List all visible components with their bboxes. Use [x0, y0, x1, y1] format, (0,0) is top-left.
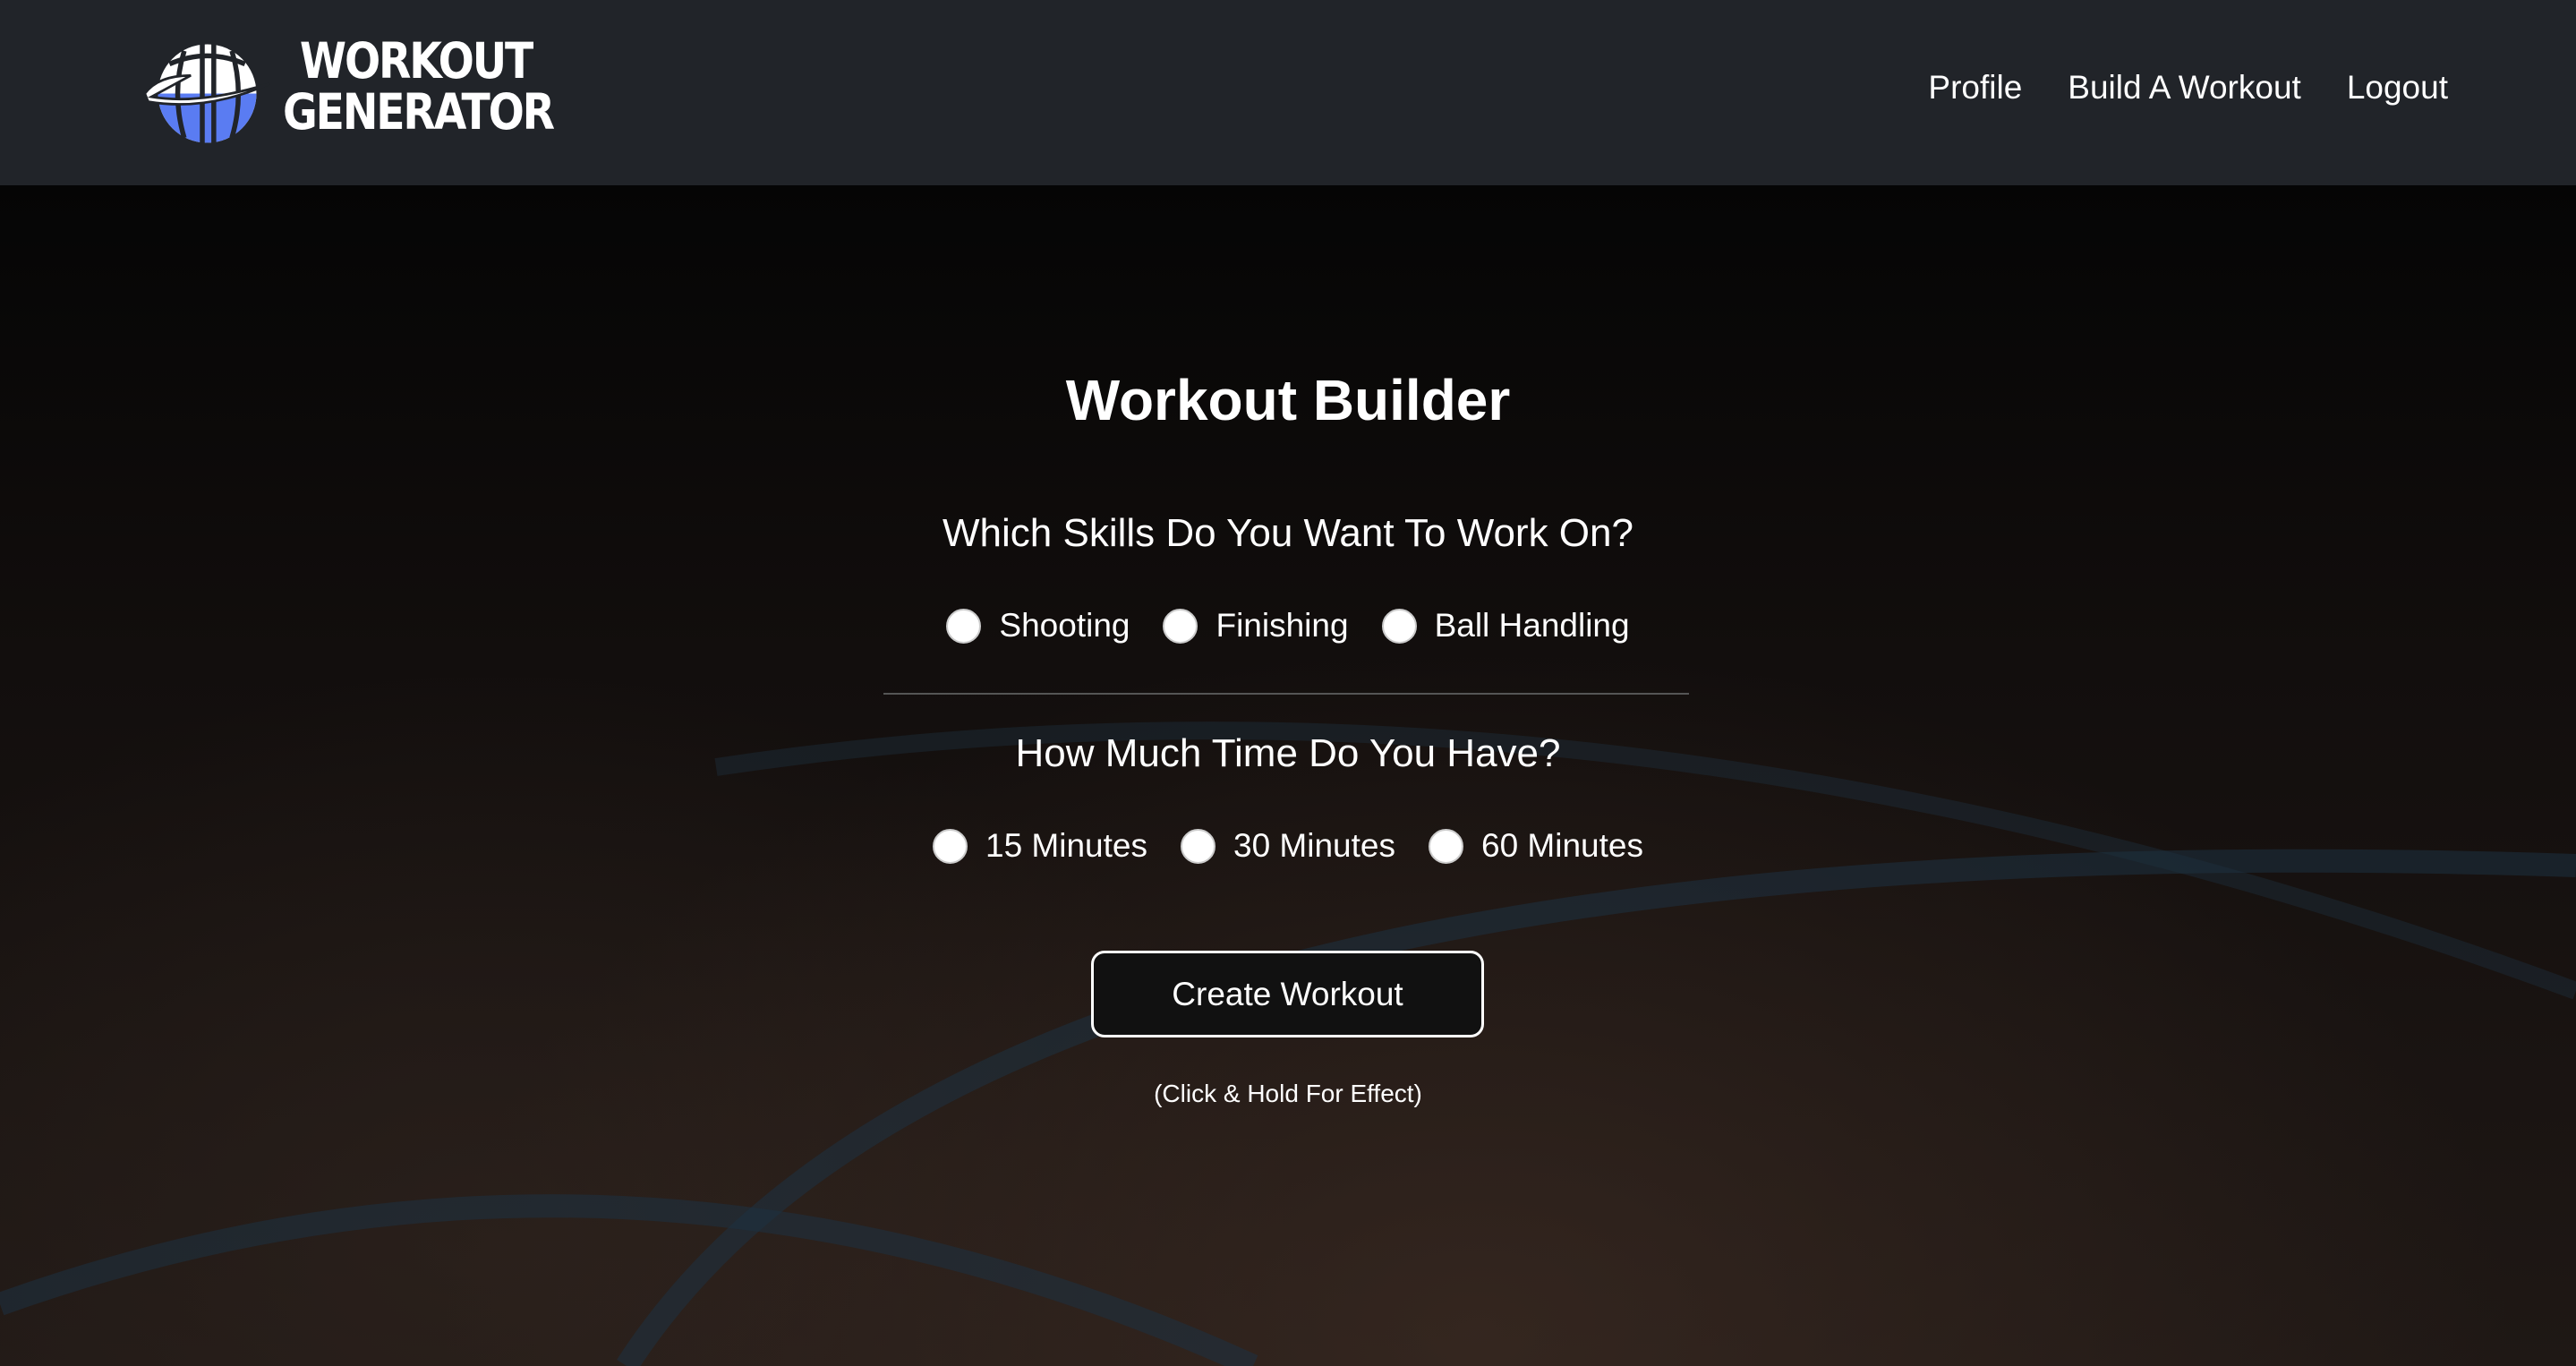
basketball-icon	[143, 44, 270, 143]
skill-ball-handling[interactable]: Ball Handling	[1381, 606, 1630, 645]
skills-options: Shooting Finishing Ball Handling	[0, 606, 2576, 645]
brand-name: WORKOUT GENERATOR	[283, 32, 555, 141]
divider	[883, 693, 1689, 695]
create-workout-button[interactable]: Create Workout	[1091, 951, 1484, 1037]
page-title: Workout Builder	[1065, 368, 1511, 432]
option-label: Ball Handling	[1434, 607, 1630, 644]
skill-finishing[interactable]: Finishing	[1163, 606, 1349, 645]
time-options: 15 Minutes 30 Minutes 60 Minutes	[0, 826, 2576, 866]
time-15[interactable]: 15 Minutes	[933, 826, 1147, 866]
skills-question: Which Skills Do You Want To Work On?	[943, 511, 1633, 555]
time-60[interactable]: 60 Minutes	[1429, 826, 1643, 866]
workout-builder: Workout Builder Which Skills Do You Want…	[0, 185, 2576, 1366]
time-30[interactable]: 30 Minutes	[1181, 826, 1395, 866]
time-question: How Much Time Do You Have?	[1015, 731, 1561, 775]
brand-line-2: GENERATOR	[283, 83, 555, 141]
nav-logout[interactable]: Logout	[2347, 69, 2448, 107]
radio-button[interactable]	[1163, 608, 1198, 644]
option-label: Shooting	[999, 607, 1130, 644]
navbar: WORKOUT GENERATOR Profile Build A Workou…	[0, 0, 2576, 185]
radio-button[interactable]	[946, 608, 982, 644]
skill-shooting[interactable]: Shooting	[946, 606, 1130, 645]
option-label: Finishing	[1215, 607, 1349, 644]
radio-button[interactable]	[1429, 828, 1463, 864]
hint-text: (Click & Hold For Effect)	[1154, 1080, 1422, 1107]
nav-links: Profile Build A Workout Logout	[1928, 69, 2448, 107]
logo[interactable]: WORKOUT GENERATOR	[141, 36, 571, 150]
nav-build-workout[interactable]: Build A Workout	[2068, 69, 2301, 107]
radio-button[interactable]	[933, 828, 968, 864]
option-label: 30 Minutes	[1233, 827, 1395, 864]
nav-profile[interactable]: Profile	[1928, 69, 2022, 107]
brand-line-1: WORKOUT	[299, 32, 533, 90]
page: WORKOUT GENERATOR Profile Build A Workou…	[0, 0, 2576, 1366]
radio-button[interactable]	[1381, 608, 1417, 644]
radio-button[interactable]	[1181, 828, 1215, 864]
option-label: 60 Minutes	[1481, 827, 1643, 864]
option-label: 15 Minutes	[985, 827, 1147, 864]
